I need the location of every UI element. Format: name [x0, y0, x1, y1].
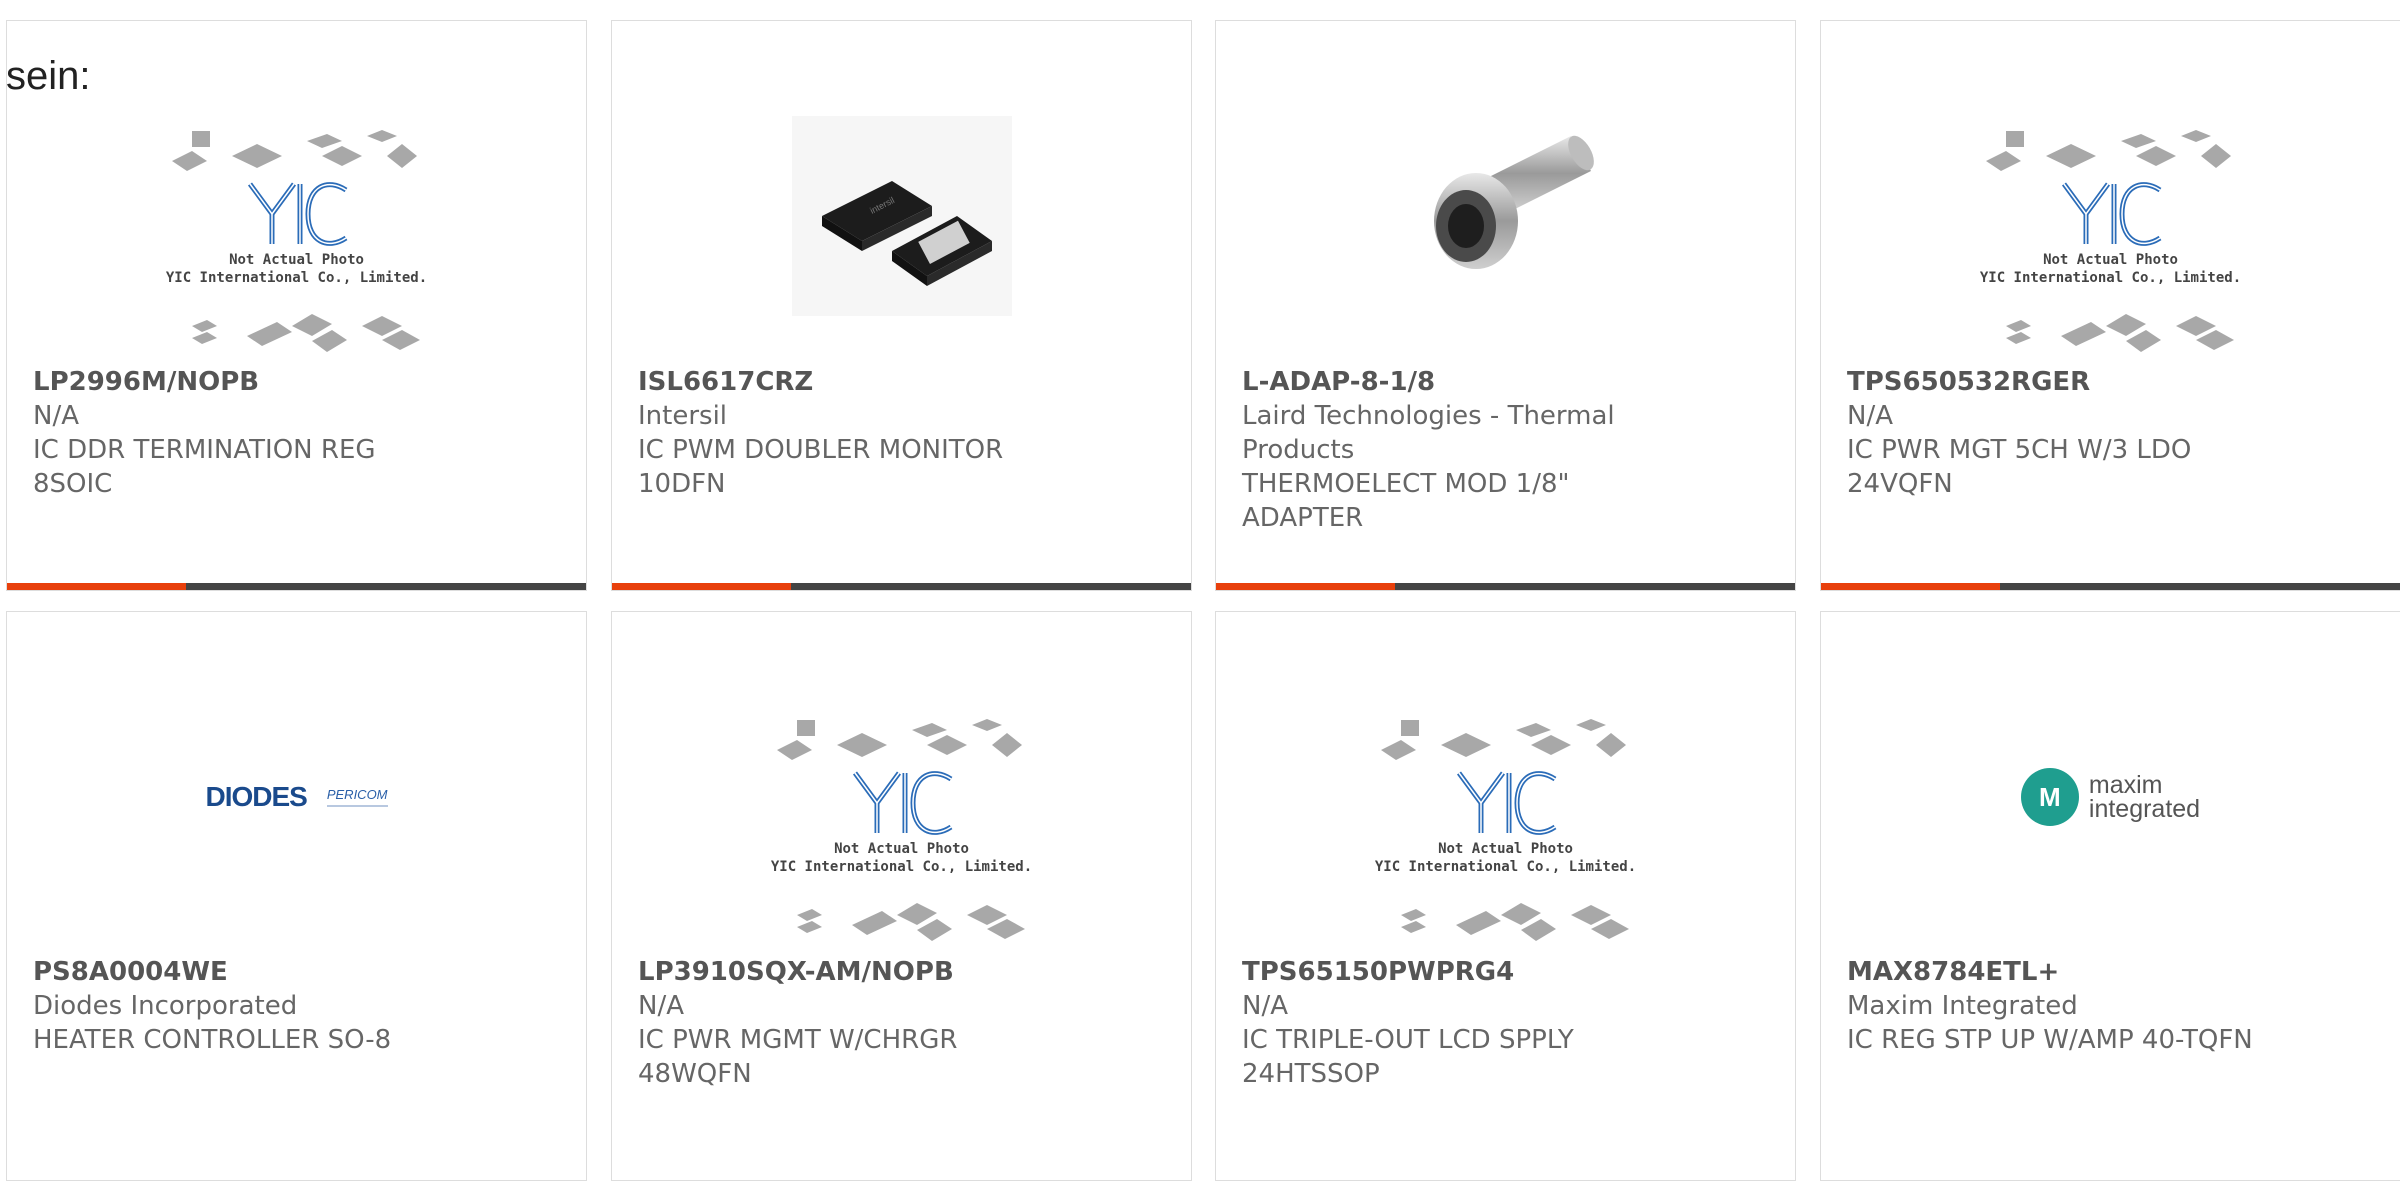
product-card[interactable]: Not Actual Photo YIC International Co., …: [611, 611, 1192, 1181]
placeholder-image: Not Actual Photo YIC International Co., …: [162, 126, 432, 366]
yic-logo: [1371, 767, 1641, 841]
progress-bar: [612, 583, 1191, 590]
description: HEATER CONTROLLER SO-8: [33, 1025, 392, 1055]
maxim-logo-line2: integrated: [2088, 795, 2201, 823]
progress-bar: [1216, 583, 1795, 590]
placeholder-company: YIC International Co., Limited.: [165, 270, 428, 286]
product-image[interactable]: Not Actual Photo YIC International Co., …: [1216, 700, 1795, 970]
product-card[interactable]: Not Actual Photo YIC International Co., …: [6, 20, 587, 591]
intro-text: sein:: [6, 54, 91, 98]
manufacturer: N/A: [638, 991, 684, 1021]
placeholder-caption: Not Actual Photo: [1438, 841, 1573, 857]
product-card[interactable]: intersil ISL6617CRZ Intersil IC PWM DOUB…: [611, 20, 1192, 591]
part-number[interactable]: TPS650532RGER: [1847, 365, 2374, 399]
manufacturer: N/A: [1242, 991, 1288, 1021]
placeholder-company: YIC International Co., Limited.: [1374, 859, 1637, 875]
chip-photo: intersil: [791, 116, 1012, 316]
part-number[interactable]: LP3910SQX-AM/NOPB: [638, 955, 1165, 989]
product-card[interactable]: DIODES PERICOM PS8A0004WE Diodes Incorpo…: [6, 611, 587, 1181]
description: IC PWR MGT 5CH W/3 LDO 24VQFN: [1847, 435, 2192, 499]
product-card[interactable]: M maxim integrated MAX8784ETL+ Maxim Int…: [1820, 611, 2400, 1181]
placeholder-image: Not Actual Photo YIC International Co., …: [1976, 126, 2246, 366]
progress-bar: [7, 583, 586, 590]
placeholder-caption: Not Actual Photo: [229, 252, 364, 268]
placeholder-company: YIC International Co., Limited.: [1979, 270, 2242, 286]
yic-logo: [767, 767, 1037, 841]
adapter-photo: [1433, 135, 1594, 269]
yic-logo: [162, 178, 432, 252]
description: IC TRIPLE-OUT LCD SPPLY 24HTSSOP: [1242, 1025, 1574, 1089]
product-image[interactable]: [1216, 81, 1795, 351]
progress-fill: [7, 583, 187, 590]
progress-fill: [612, 583, 792, 590]
part-number[interactable]: MAX8784ETL+: [1847, 955, 2374, 989]
product-image[interactable]: M maxim integrated: [1821, 662, 2400, 932]
description: IC REG STP UP W/AMP 40-TQFN: [1847, 1025, 2253, 1055]
diodes-logo: DIODES PERICOM: [205, 781, 388, 813]
placeholder-caption: Not Actual Photo: [2043, 252, 2178, 268]
product-card[interactable]: Not Actual Photo YIC International Co., …: [1215, 611, 1796, 1181]
part-number[interactable]: ISL6617CRZ: [638, 365, 1165, 399]
maxim-logo: M maxim integrated: [2020, 768, 2201, 826]
placeholder-company: YIC International Co., Limited.: [770, 859, 1033, 875]
manufacturer: Intersil: [638, 401, 728, 431]
manufacturer: Laird Technologies - Thermal Products: [1242, 401, 1615, 465]
product-image[interactable]: intersil: [612, 81, 1191, 351]
part-number[interactable]: LP2996M/NOPB: [33, 365, 560, 399]
product-image[interactable]: DIODES PERICOM: [7, 662, 586, 932]
description: THERMOELECT MOD 1/8" ADAPTER: [1242, 469, 1570, 533]
manufacturer: Maxim Integrated: [1847, 991, 2078, 1021]
part-number[interactable]: PS8A0004WE: [33, 955, 560, 989]
progress-fill: [1821, 583, 2001, 590]
placeholder-image: Not Actual Photo YIC International Co., …: [767, 715, 1037, 955]
progress-fill: [1216, 583, 1396, 590]
description: IC DDR TERMINATION REG 8SOIC: [33, 435, 376, 499]
maxim-logo-mark: M: [2020, 768, 2079, 826]
manufacturer: N/A: [33, 401, 79, 431]
progress-bar: [1821, 583, 2400, 590]
part-number[interactable]: L-ADAP-8-1/8: [1242, 365, 1769, 399]
product-card[interactable]: Not Actual Photo YIC International Co., …: [1820, 20, 2400, 591]
manufacturer: Diodes Incorporated: [33, 991, 298, 1021]
pericom-logo-text: PERICOM: [326, 787, 388, 807]
placeholder-caption: Not Actual Photo: [834, 841, 969, 857]
product-image[interactable]: Not Actual Photo YIC International Co., …: [1821, 111, 2400, 381]
diodes-logo-text: DIODES: [205, 781, 307, 812]
yic-logo: [1976, 178, 2246, 252]
description: IC PWM DOUBLER MONITOR 10DFN: [638, 435, 1004, 499]
part-number[interactable]: TPS65150PWPRG4: [1242, 955, 1769, 989]
description: IC PWR MGMT W/CHRGR 48WQFN: [638, 1025, 958, 1089]
product-card[interactable]: L-ADAP-8-1/8 Laird Technologies - Therma…: [1215, 20, 1796, 591]
placeholder-image: Not Actual Photo YIC International Co., …: [1371, 715, 1641, 955]
maxim-logo-line1: maxim: [2088, 771, 2163, 799]
product-image[interactable]: Not Actual Photo YIC International Co., …: [612, 700, 1191, 970]
product-image[interactable]: Not Actual Photo YIC International Co., …: [7, 111, 586, 381]
manufacturer: N/A: [1847, 401, 1893, 431]
